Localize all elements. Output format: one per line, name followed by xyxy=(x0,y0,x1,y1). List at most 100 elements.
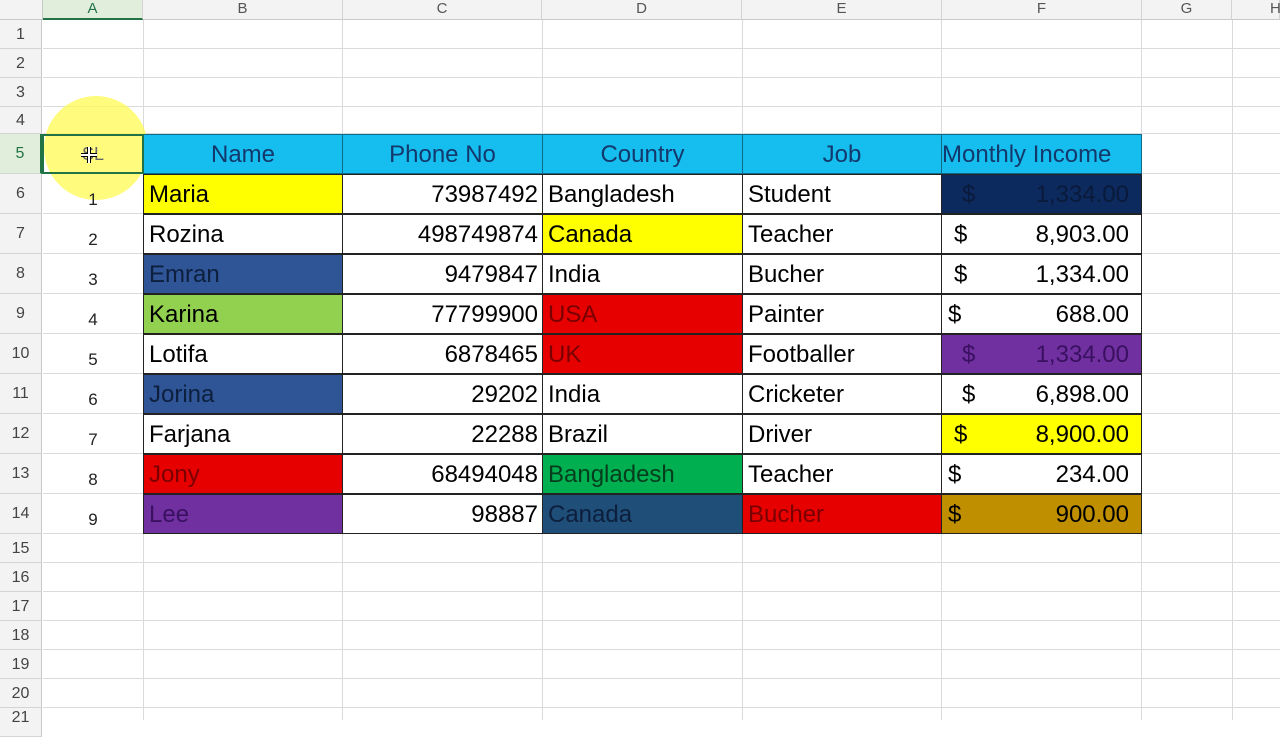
column-header-g[interactable]: G xyxy=(1142,0,1232,20)
row-header-11[interactable]: 11 xyxy=(0,374,42,414)
cell-country[interactable]: Brazil xyxy=(542,414,743,454)
currency-symbol: $ xyxy=(954,261,968,288)
cell-job[interactable]: Bucher xyxy=(742,254,942,294)
cell-sl[interactable]: 7 xyxy=(43,414,143,454)
currency-symbol: $ xyxy=(948,301,962,328)
cell-job[interactable]: Bucher xyxy=(742,494,942,534)
currency-symbol: $ xyxy=(948,461,962,488)
cell-job[interactable]: Teacher xyxy=(742,214,942,254)
cell-sl[interactable]: 4 xyxy=(43,294,143,334)
row-header-6[interactable]: 6 xyxy=(0,174,42,214)
column-header-h[interactable]: H xyxy=(1232,0,1280,20)
cell-name[interactable]: Farjana xyxy=(143,414,343,454)
cell-job[interactable]: Cricketer xyxy=(742,374,942,414)
row-header-1[interactable]: 1 xyxy=(0,20,42,49)
income-amount: 1,334.00 xyxy=(1035,181,1129,208)
cell-country[interactable]: India xyxy=(542,374,743,414)
cell-name[interactable]: Maria xyxy=(143,174,343,214)
row-header-16[interactable]: 16 xyxy=(0,563,42,592)
cell-name[interactable]: Jorina xyxy=(143,374,343,414)
column-header-b[interactable]: B xyxy=(143,0,343,20)
row-header-2[interactable]: 2 xyxy=(0,49,42,78)
column-header-f[interactable]: F xyxy=(942,0,1142,20)
corner-select-all[interactable] xyxy=(0,0,43,20)
cell-phone[interactable]: 73987492 xyxy=(342,174,543,214)
header-name[interactable]: Name xyxy=(143,134,343,174)
cell-phone[interactable]: 98887 xyxy=(342,494,543,534)
row-header-14[interactable]: 14 xyxy=(0,494,42,534)
cell-name[interactable]: Lee xyxy=(143,494,343,534)
currency-symbol: $ xyxy=(962,341,976,368)
cell-job[interactable]: Painter xyxy=(742,294,942,334)
cell-phone[interactable]: 498749874 xyxy=(342,214,543,254)
cell-phone[interactable]: 22288 xyxy=(342,414,543,454)
cell-job[interactable]: Teacher xyxy=(742,454,942,494)
row-header-9[interactable]: 9 xyxy=(0,294,42,334)
cell-job[interactable]: Student xyxy=(742,174,942,214)
cell-job[interactable]: Driver xyxy=(742,414,942,454)
income-amount: 900.00 xyxy=(1055,501,1129,528)
row-header-3[interactable]: 3 xyxy=(0,78,42,107)
cell-income[interactable]: $8,903.00 xyxy=(941,214,1142,254)
cell-sl[interactable]: 3 xyxy=(43,254,143,294)
cell-phone[interactable]: 6878465 xyxy=(342,334,543,374)
cell-name[interactable]: Karina xyxy=(143,294,343,334)
cell-country[interactable]: Bangladesh xyxy=(542,454,743,494)
cell-phone[interactable]: 9479847 xyxy=(342,254,543,294)
cell-name[interactable]: Rozina xyxy=(143,214,343,254)
header-country[interactable]: Country xyxy=(542,134,743,174)
row-header-18[interactable]: 18 xyxy=(0,621,42,650)
header-phone[interactable]: Phone No xyxy=(342,134,543,174)
cell-country[interactable]: India xyxy=(542,254,743,294)
row-header-10[interactable]: 10 xyxy=(0,334,42,374)
cell-phone[interactable]: 68494048 xyxy=(342,454,543,494)
cell-sl[interactable]: 6 xyxy=(43,374,143,414)
cell-sl[interactable]: 9 xyxy=(43,494,143,534)
cell-income[interactable]: $234.00 xyxy=(941,454,1142,494)
cell-income[interactable]: $1,334.00 xyxy=(941,254,1142,294)
cell-country[interactable]: USA xyxy=(542,294,743,334)
row-header-17[interactable]: 17 xyxy=(0,592,42,621)
cell-sl[interactable]: 2 xyxy=(43,214,143,254)
cell-name[interactable]: Emran xyxy=(143,254,343,294)
cell-country[interactable]: Canada xyxy=(542,214,743,254)
column-header-c[interactable]: C xyxy=(343,0,542,20)
row-header-5[interactable]: 5 xyxy=(0,134,42,174)
row-header-4[interactable]: 4 xyxy=(0,107,42,134)
move-cursor-icon xyxy=(81,147,97,163)
cell-name[interactable]: Lotifa xyxy=(143,334,343,374)
cell-phone[interactable]: 77799900 xyxy=(342,294,543,334)
cell-income[interactable]: $900.00 xyxy=(941,494,1142,534)
row-header-8[interactable]: 8 xyxy=(0,254,42,294)
header-income[interactable]: Monthly Income xyxy=(941,134,1142,174)
currency-symbol: $ xyxy=(954,221,968,248)
cell-country[interactable]: Bangladesh xyxy=(542,174,743,214)
cell-country[interactable]: UK xyxy=(542,334,743,374)
cell-name[interactable]: Jony xyxy=(143,454,343,494)
column-header-e[interactable]: E xyxy=(742,0,942,20)
cell-income[interactable]: $6,898.00 xyxy=(941,374,1142,414)
income-amount: 8,900.00 xyxy=(1035,421,1129,448)
currency-symbol: $ xyxy=(962,181,976,208)
column-header-a[interactable]: A xyxy=(43,0,143,20)
cell-income[interactable]: $688.00 xyxy=(941,294,1142,334)
header-job[interactable]: Job xyxy=(742,134,942,174)
cell-income[interactable]: $8,900.00 xyxy=(941,414,1142,454)
row-header-19[interactable]: 19 xyxy=(0,650,42,679)
cell-income[interactable]: $1,334.00 xyxy=(941,174,1142,214)
row-header-13[interactable]: 13 xyxy=(0,454,42,494)
cell-job[interactable]: Footballer xyxy=(742,334,942,374)
cell-income[interactable]: $1,334.00 xyxy=(941,334,1142,374)
income-amount: 1,334.00 xyxy=(1035,341,1129,368)
cell-sl[interactable]: 8 xyxy=(43,454,143,494)
cell-country[interactable]: Canada xyxy=(542,494,743,534)
row-header-12[interactable]: 12 xyxy=(0,414,42,454)
row-header-7[interactable]: 7 xyxy=(0,214,42,254)
cell-sl[interactable]: 1 xyxy=(43,174,143,214)
row-header-21[interactable]: 21 xyxy=(0,708,42,737)
row-header-20[interactable]: 20 xyxy=(0,679,42,708)
cell-sl[interactable]: 5 xyxy=(43,334,143,374)
column-header-d[interactable]: D xyxy=(542,0,742,20)
cell-phone[interactable]: 29202 xyxy=(342,374,543,414)
row-header-15[interactable]: 15 xyxy=(0,534,42,563)
